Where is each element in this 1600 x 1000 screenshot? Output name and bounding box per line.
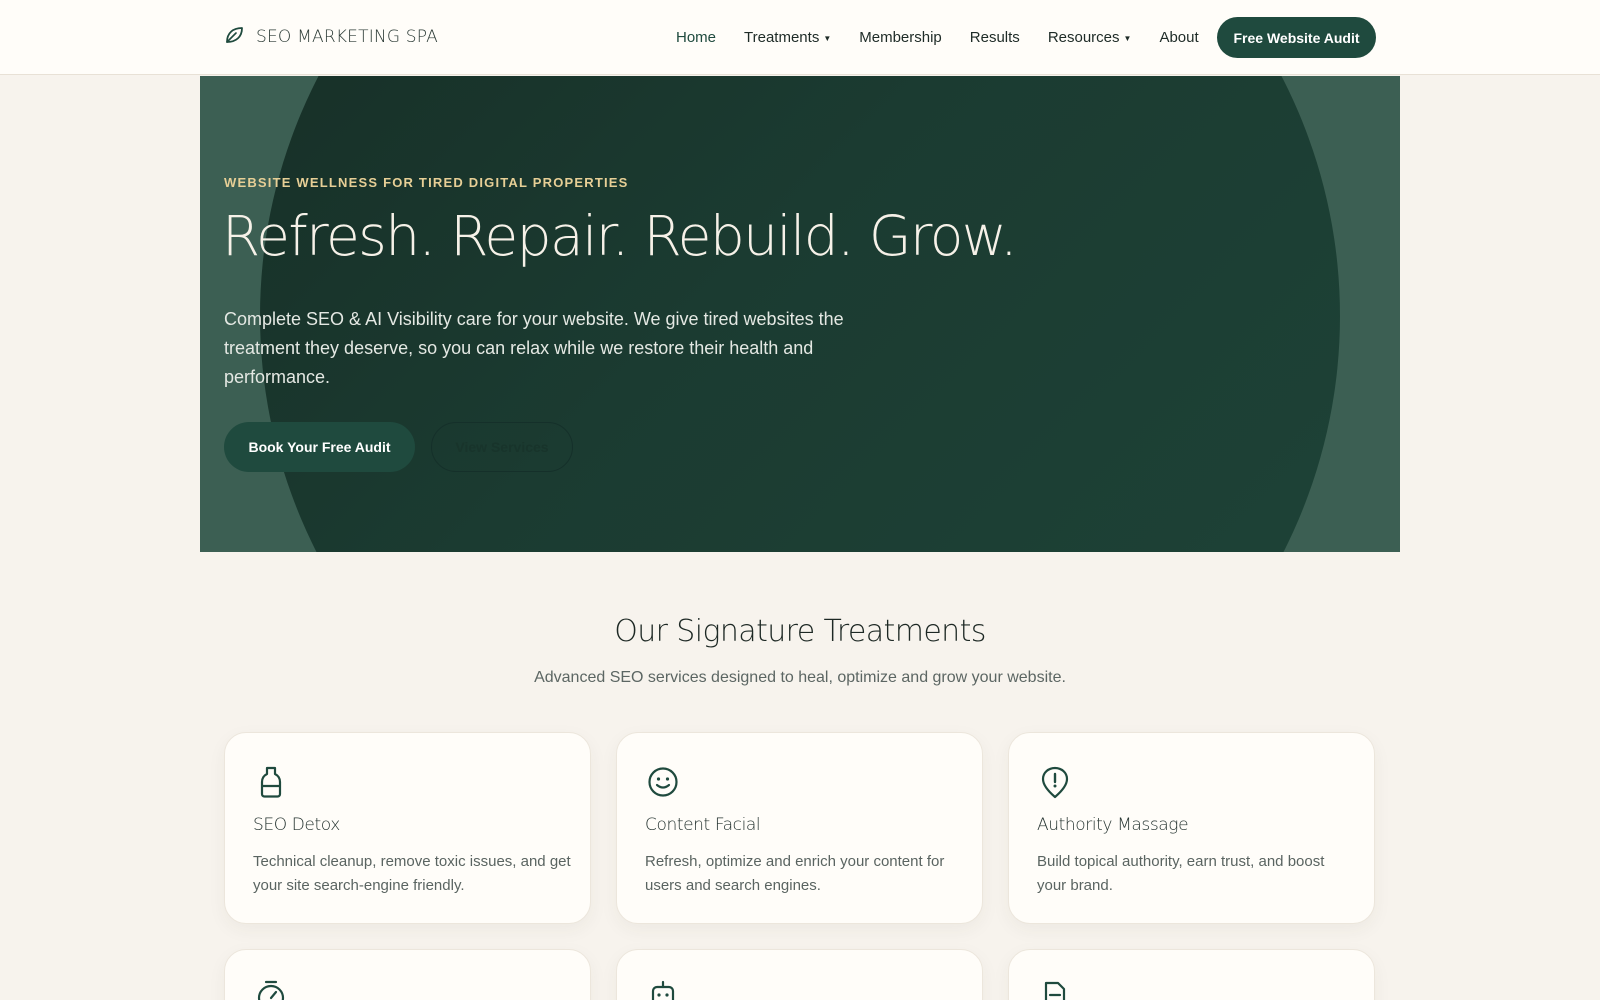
treatments-subtitle: Advanced SEO services designed to heal, …: [534, 669, 1066, 686]
free-website-audit-button[interactable]: Free Website Audit: [1217, 17, 1376, 58]
card-treatment-6[interactable]: [1008, 949, 1375, 1000]
robot-icon: [645, 978, 681, 1000]
nav-resources-label: Resources: [1047, 28, 1120, 46]
hero-content: WEBSITE WELLNESS FOR TIRED DIGITAL PROPE…: [222, 76, 1124, 552]
nav-membership-label: Membership: [859, 28, 942, 46]
card-seo-detox[interactable]: SEO Detox Technical cleanup, remove toxi…: [224, 732, 591, 924]
hero-section: WEBSITE WELLNESS FOR TIRED DIGITAL PROPE…: [200, 76, 1400, 552]
card-treatment-4[interactable]: [224, 949, 591, 1000]
nav-about[interactable]: About: [1159, 29, 1198, 46]
caret-down-icon: ▼: [823, 34, 832, 43]
brand-logo[interactable]: SEO MARKETING SPA: [224, 22, 438, 52]
nav-home[interactable]: Home: [676, 29, 716, 46]
hero-description: Complete SEO & AI Visibility care for yo…: [224, 309, 844, 387]
card-title: SEO Detox: [253, 815, 340, 835]
site-header: SEO MARKETING SPA Home Treatments ▼ Memb…: [0, 0, 1600, 75]
nav-treatments-label: Treatments: [744, 28, 820, 46]
hero-eyebrow: WEBSITE WELLNESS FOR TIRED DIGITAL PROPE…: [224, 175, 629, 190]
alert-pin-icon: [1037, 764, 1073, 800]
nav-resources[interactable]: Resources ▼: [1048, 29, 1132, 46]
card-content-facial[interactable]: Content Facial Refresh, optimize and enr…: [616, 732, 983, 924]
nav-results[interactable]: Results: [970, 29, 1020, 46]
bottle-icon: [253, 764, 289, 800]
card-description: Build topical authority, earn trust, and…: [1037, 853, 1325, 894]
main-nav: Home Treatments ▼ Membership Results Res…: [676, 24, 1227, 50]
view-services-button[interactable]: View Services: [431, 422, 573, 472]
card-description: Technical cleanup, remove toxic issues, …: [253, 853, 571, 894]
card-treatment-5[interactable]: [616, 949, 983, 1000]
nav-results-label: Results: [969, 28, 1020, 46]
document-icon: [1037, 978, 1073, 1000]
nav-membership[interactable]: Membership: [859, 29, 942, 46]
card-title: Authority Massage: [1037, 815, 1189, 835]
nav-about-label: About: [1159, 28, 1199, 46]
smiley-face-icon: [645, 764, 681, 800]
stopwatch-icon: [253, 978, 289, 1000]
caret-down-icon: ▼: [1123, 34, 1132, 43]
card-description: Refresh, optimize and enrich your conten…: [645, 853, 945, 894]
card-authority-massage[interactable]: Authority Massage Build topical authorit…: [1008, 732, 1375, 924]
nav-home-label: Home: [676, 28, 717, 46]
treatments-title: Our Signature Treatments: [614, 614, 986, 649]
brand-name: SEO MARKETING SPA: [256, 27, 438, 47]
card-title: Content Facial: [645, 815, 761, 835]
leaf-icon: [224, 25, 244, 50]
hero-title: Refresh. Repair. Rebuild. Grow.: [222, 204, 1018, 268]
nav-treatments[interactable]: Treatments ▼: [744, 29, 831, 46]
book-free-audit-button[interactable]: Book Your Free Audit: [224, 422, 415, 472]
